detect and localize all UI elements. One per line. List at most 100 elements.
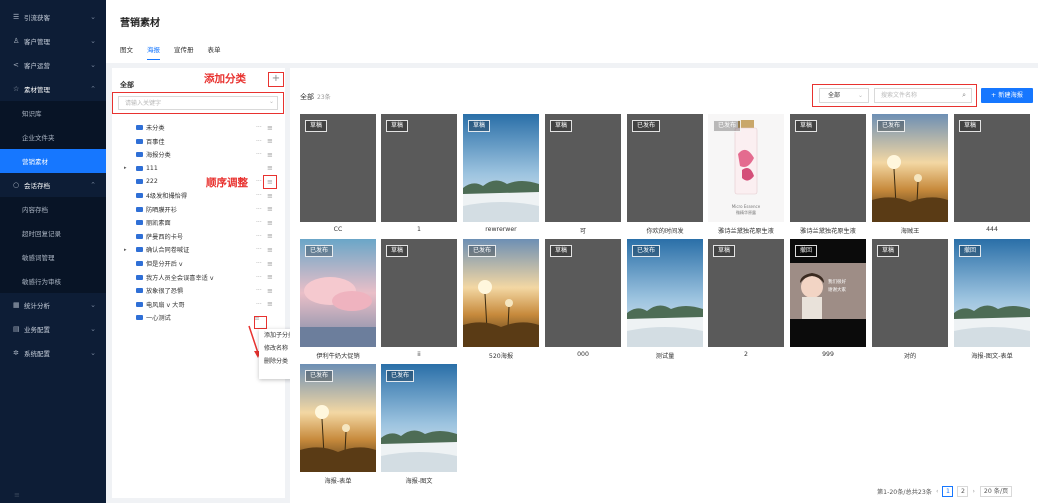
poster-card[interactable]: 草稿 444 (954, 114, 1030, 238)
poster-thumbnail[interactable]: 草稿 (545, 114, 621, 222)
poster-thumbnail[interactable]: 草稿 (872, 239, 948, 347)
sidebar-item-session-archive[interactable]: ○ 会话存档 ⌃ (0, 173, 106, 197)
poster-card[interactable]: 已发布 海报-图文 (381, 364, 457, 484)
sidebar-sub-knowledge[interactable]: 知识库 (0, 101, 106, 125)
tab-poster[interactable]: 海报 (147, 44, 160, 60)
poster-card[interactable]: 已发布 海报-表单 (300, 364, 376, 484)
tree-node[interactable]: 4级发和撮怡得 ··· ≡ (112, 189, 285, 202)
sidebar-item-customer-mgmt[interactable]: ♙ 客户管理 ⌄ (0, 29, 106, 53)
tree-node[interactable]: 但是分开后 v ··· ≡ (112, 257, 285, 270)
poster-card[interactable]: 草稿 000 (545, 239, 621, 363)
page-2-button[interactable]: 2 (957, 486, 969, 497)
poster-card[interactable]: 草稿 CC (300, 114, 376, 238)
sidebar-sub-enterprise-folder[interactable]: 企业文件夹 (0, 125, 106, 149)
poster-thumbnail[interactable]: 草稿 (463, 114, 539, 222)
more-icon[interactable]: ··· (256, 287, 262, 294)
page-size-select[interactable]: 20 条/页 (979, 486, 1013, 497)
tree-root-label[interactable]: 全部 (120, 80, 134, 90)
tree-node[interactable]: 未分类 ··· ≡ (112, 121, 285, 134)
tree-node[interactable]: ▸ 确认合同卷喊证 ··· ≡ (112, 243, 285, 256)
sidebar-sub-marketing-material[interactable]: 营销素材 (0, 149, 106, 173)
poster-thumbnail[interactable]: 草稿 (790, 114, 866, 222)
sidebar-item-lead-gen[interactable]: ☰ 引流获客 ⌄ (0, 5, 106, 29)
poster-thumbnail[interactable]: 草稿 (708, 239, 784, 347)
drag-handle-icon[interactable]: ≡ (267, 287, 273, 295)
poster-thumbnail[interactable]: 已发布 (300, 239, 376, 347)
status-filter-select[interactable]: 全部 ⌄ (819, 88, 869, 103)
more-icon[interactable]: ··· (256, 206, 262, 213)
more-icon[interactable]: ··· (256, 274, 262, 281)
tree-node[interactable]: 丽凯素面 ··· ≡ (112, 216, 285, 229)
search-icon[interactable]: ⌕ (962, 89, 966, 102)
file-search-input[interactable]: 搜索文件名称 ⌕ (874, 88, 972, 103)
sidebar-item-system-config[interactable]: ✲ 系统配置 ⌄ (0, 341, 106, 365)
tree-node[interactable]: 萨曼西的卡号 ··· ≡ (112, 230, 285, 243)
drag-handle-icon[interactable]: ≡ (267, 192, 273, 200)
tab-form[interactable]: 表单 (208, 44, 221, 60)
tree-node[interactable]: 222 ··· ≡ (112, 175, 285, 188)
poster-card[interactable]: 已发布 海贼王 (872, 114, 948, 238)
tree-node[interactable]: 海报分类 ··· ≡ (112, 148, 285, 161)
poster-thumbnail[interactable]: Micro Essence 微精华原露 已发布 (708, 114, 784, 222)
page-1-button[interactable]: 1 (942, 486, 954, 497)
drag-handle-icon[interactable]: ≡ (267, 205, 273, 213)
expand-arrow-icon[interactable]: ▸ (124, 165, 127, 171)
poster-thumbnail[interactable]: 撤回 (954, 239, 1030, 347)
more-icon[interactable]: ··· (256, 178, 262, 185)
new-poster-button[interactable]: + 新建海报 (981, 88, 1033, 103)
more-icon[interactable]: ··· (256, 219, 262, 226)
poster-thumbnail[interactable]: 已发布 (300, 364, 376, 472)
expand-arrow-icon[interactable]: ▸ (124, 247, 127, 253)
tree-node[interactable]: 防晒膜开衫 ··· ≡ (112, 203, 285, 216)
more-icon[interactable]: ··· (256, 233, 262, 240)
sidebar-sub-timeout-reply[interactable]: 超时回复记录 (0, 221, 106, 245)
poster-card[interactable]: 我们很好 谢谢大家 撤回 999 (790, 239, 866, 363)
poster-thumbnail[interactable]: 已发布 (381, 364, 457, 472)
poster-card[interactable]: 已发布 测试量 (627, 239, 703, 363)
poster-thumbnail[interactable]: 已发布 (627, 114, 703, 222)
drag-handle-icon[interactable]: ≡ (267, 246, 273, 254)
poster-card[interactable]: 已发布 伊利牛奶大促销 (300, 239, 376, 363)
sidebar-sub-sensitive-words[interactable]: 敏感词管理 (0, 245, 106, 269)
poster-thumbnail[interactable]: 已发布 (463, 239, 539, 347)
drag-handle-icon[interactable]: ≡ (267, 151, 273, 159)
tree-node[interactable]: 我方人员全会误喜幸适 v ··· ≡ (112, 271, 285, 284)
poster-card[interactable]: 草稿 对的 (872, 239, 948, 363)
sidebar-sub-sensitive-behavior[interactable]: 敏感行为审核 (0, 269, 106, 293)
sidebar-sub-content-archive[interactable]: 内容存档 (0, 197, 106, 221)
poster-card[interactable]: 草稿 ii (381, 239, 457, 363)
more-icon[interactable]: ··· (256, 192, 262, 199)
poster-thumbnail[interactable]: 草稿 (381, 114, 457, 222)
poster-card[interactable]: 草稿 1 (381, 114, 457, 238)
sidebar-item-material-mgmt[interactable]: ☆ 素材管理 ⌃ (0, 77, 106, 101)
tab-article[interactable]: 图文 (120, 44, 133, 60)
poster-card[interactable]: 撤回 海报-图文-表单 (954, 239, 1030, 363)
drag-handle-icon[interactable]: ≡ (267, 124, 273, 132)
collapse-icon[interactable]: ≡ (14, 491, 20, 499)
drag-handle-icon[interactable]: ≡ (267, 219, 273, 227)
tree-node[interactable]: 放象很了恐惧 ··· ≡ (112, 284, 285, 297)
poster-thumbnail[interactable]: 我们很好 谢谢大家 撤回 (790, 239, 866, 347)
tree-node[interactable]: 百事佳 ··· ≡ (112, 135, 285, 148)
drag-handle-icon[interactable]: ≡ (267, 260, 273, 268)
more-icon[interactable]: ··· (256, 151, 262, 158)
poster-card[interactable]: 草稿 雅诗兰黛独花原生液 (790, 114, 866, 238)
more-icon[interactable]: ··· (256, 260, 262, 267)
poster-thumbnail[interactable]: 已发布 (627, 239, 703, 347)
poster-thumbnail[interactable]: 草稿 (545, 239, 621, 347)
more-icon[interactable]: ··· (256, 124, 262, 131)
drag-handle-icon[interactable]: ≡ (267, 137, 273, 145)
poster-card[interactable]: Micro Essence 微精华原露 已发布 雅诗兰黛独花原生液 (708, 114, 784, 238)
next-page-icon[interactable]: › (972, 488, 974, 495)
poster-thumbnail[interactable]: 草稿 (300, 114, 376, 222)
more-icon[interactable]: ··· (256, 246, 262, 253)
poster-thumbnail[interactable]: 已发布 (872, 114, 948, 222)
category-search-input[interactable]: 请输入关键字 (118, 96, 278, 110)
tree-node[interactable]: 电风扇 v 大哥 ··· ≡ (112, 298, 285, 311)
more-icon[interactable]: ··· (256, 138, 262, 145)
poster-card[interactable]: 草稿可 (545, 114, 621, 238)
sidebar-item-customer-ops[interactable]: < 客户运营 ⌄ (0, 53, 106, 77)
sidebar-item-statistics[interactable]: ▦ 统计分析 ⌄ (0, 293, 106, 317)
tab-brochure[interactable]: 宣传册 (174, 44, 194, 60)
sidebar-item-business-config[interactable]: ▤ 业务配置 ⌄ (0, 317, 106, 341)
